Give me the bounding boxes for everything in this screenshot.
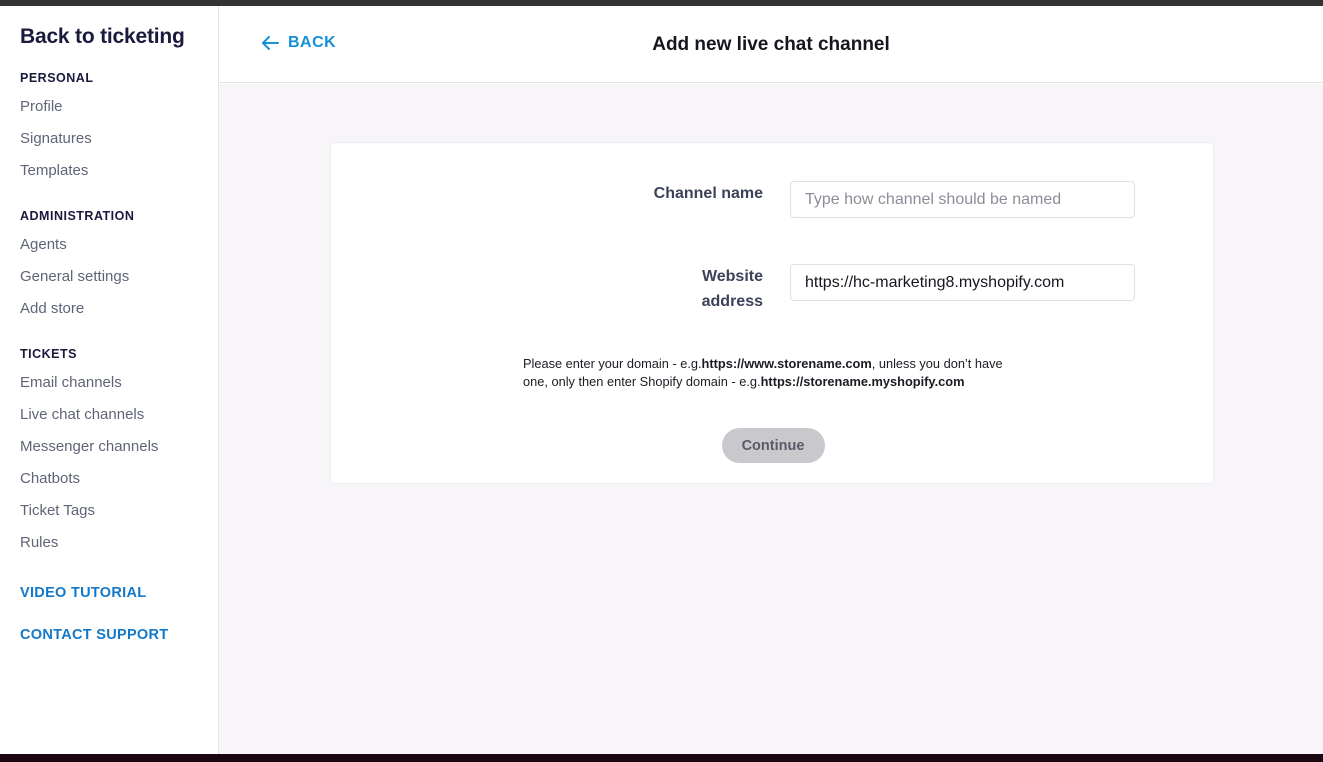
- back-button-label: BACK: [288, 34, 337, 51]
- sidebar-title[interactable]: Back to ticketing: [0, 6, 218, 49]
- sidebar-heading-personal: PERSONAL: [20, 71, 94, 85]
- sidebar-heading-administration: ADMINISTRATION: [20, 209, 135, 223]
- sidebar-heading-tickets: TICKETS: [20, 347, 77, 361]
- page-header: BACK Add new live chat channel: [219, 6, 1323, 83]
- sidebar-item-signatures[interactable]: Signatures: [0, 123, 218, 155]
- sidebar-link-video-tutorial[interactable]: VIDEO TUTORIAL: [0, 585, 218, 601]
- website-address-label-line1: Website: [701, 268, 763, 285]
- channel-name-input[interactable]: [790, 181, 1135, 218]
- helper-text-bold2: https://storename.myshopify.com: [760, 373, 965, 389]
- back-button[interactable]: BACK: [260, 34, 336, 52]
- website-address-input[interactable]: [790, 264, 1135, 301]
- sidebar-item-profile[interactable]: Profile: [0, 91, 218, 123]
- sidebar-item-messenger-channels[interactable]: Messenger channels: [0, 431, 218, 463]
- field-row-website-address: Website address: [331, 264, 1215, 314]
- browser-bottom-bar: [0, 754, 1323, 762]
- sidebar-item-agents[interactable]: Agents: [0, 229, 218, 261]
- sidebar-item-ticket-tags[interactable]: Ticket Tags: [0, 495, 218, 527]
- sidebar-section-administration: ADMINISTRATION Agents General settings A…: [0, 209, 218, 325]
- website-address-label-line2: address: [701, 293, 763, 310]
- field-row-channel-name: Channel name: [331, 181, 1215, 218]
- sidebar: Back to ticketing PERSONAL Profile Signa…: [0, 6, 219, 754]
- add-channel-form-card: Channel name Website address Please ente…: [330, 142, 1214, 484]
- helper-text-part1: Please enter your domain - e.g.: [523, 355, 702, 371]
- sidebar-item-chatbots[interactable]: Chatbots: [0, 463, 218, 495]
- sidebar-section-tickets: TICKETS Email channels Live chat channel…: [0, 347, 218, 559]
- website-address-helper-text: Please enter your domain - e.g.https://w…: [523, 355, 1023, 391]
- sidebar-item-templates[interactable]: Templates: [0, 155, 218, 187]
- sidebar-item-email-channels[interactable]: Email channels: [0, 367, 218, 399]
- app-root: Back to ticketing PERSONAL Profile Signa…: [0, 0, 1323, 762]
- arrow-left-icon: [260, 35, 280, 51]
- sidebar-item-rules[interactable]: Rules: [0, 527, 218, 559]
- sidebar-links: VIDEO TUTORIAL CONTACT SUPPORT: [0, 585, 218, 643]
- page-title: Add new live chat channel: [652, 33, 890, 55]
- sidebar-item-general-settings[interactable]: General settings: [0, 261, 218, 293]
- website-address-label: Website address: [331, 264, 790, 314]
- continue-button-wrap: Continue: [331, 428, 1215, 463]
- main-content: Channel name Website address Please ente…: [219, 84, 1323, 754]
- channel-name-label: Channel name: [653, 185, 763, 202]
- sidebar-item-live-chat-channels[interactable]: Live chat channels: [0, 399, 218, 431]
- continue-button[interactable]: Continue: [721, 428, 825, 463]
- sidebar-item-add-store[interactable]: Add store: [0, 293, 218, 325]
- sidebar-link-contact-support[interactable]: CONTACT SUPPORT: [0, 627, 218, 643]
- helper-text-bold1: https://www.storename.com: [701, 355, 872, 371]
- sidebar-section-personal: PERSONAL Profile Signatures Templates: [0, 71, 218, 187]
